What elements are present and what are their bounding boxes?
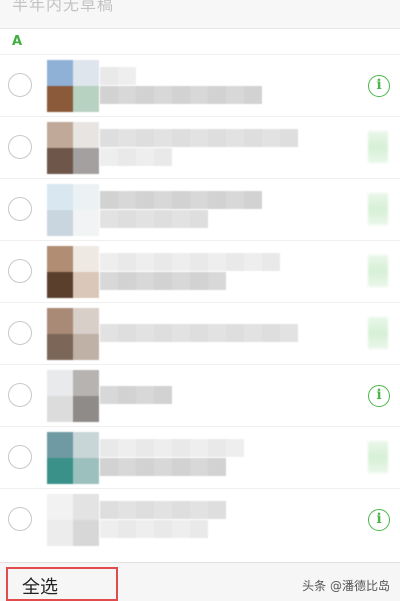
info-icon-blurred[interactable] — [368, 131, 388, 163]
info-icon-blurred[interactable] — [368, 255, 388, 287]
section-header: A — [0, 30, 400, 54]
select-radio[interactable] — [8, 507, 32, 531]
contact-row[interactable]: i — [0, 54, 400, 116]
contact-detail-blurred — [100, 520, 208, 538]
select-radio[interactable] — [8, 135, 32, 159]
contact-name-blurred — [100, 324, 298, 342]
contact-name-blurred — [100, 386, 172, 404]
info-icon[interactable]: i — [368, 75, 390, 97]
contact-name-blurred — [100, 191, 262, 209]
contact-row[interactable] — [0, 426, 400, 488]
contact-name-blurred — [100, 501, 226, 519]
contact-row[interactable] — [0, 302, 400, 364]
select-radio[interactable] — [8, 383, 32, 407]
select-radio[interactable] — [8, 445, 32, 469]
top-note: 半年内无草稿 — [0, 0, 400, 29]
info-icon-blurred[interactable] — [368, 441, 388, 473]
avatar — [47, 184, 99, 236]
select-all-button[interactable]: 全选 — [6, 567, 118, 601]
contact-name-blurred — [100, 253, 280, 271]
avatar — [47, 60, 99, 112]
avatar — [47, 122, 99, 174]
section-letter: A — [12, 34, 23, 49]
contact-list: i i i — [0, 54, 400, 550]
contact-detail-blurred — [100, 148, 172, 166]
contact-name-blurred — [100, 67, 136, 85]
contact-row[interactable] — [0, 116, 400, 178]
top-note-text: 半年内无草稿 — [12, 0, 115, 14]
contact-name-blurred — [100, 129, 298, 147]
contact-detail-blurred — [100, 458, 226, 476]
avatar — [47, 308, 99, 360]
contact-detail-blurred — [100, 210, 208, 228]
contact-row[interactable] — [0, 240, 400, 302]
contact-name-blurred — [100, 439, 244, 457]
avatar — [47, 246, 99, 298]
select-radio[interactable] — [8, 259, 32, 283]
avatar — [47, 370, 99, 422]
select-radio[interactable] — [8, 321, 32, 345]
contact-row[interactable]: i — [0, 364, 400, 426]
contact-detail-blurred — [100, 272, 226, 290]
info-icon-blurred[interactable] — [368, 317, 388, 349]
contact-row[interactable]: i — [0, 488, 400, 550]
watermark: 头条 @潘德比岛 — [302, 579, 390, 593]
select-all-label: 全选 — [22, 577, 58, 598]
avatar — [47, 432, 99, 484]
info-icon-blurred[interactable] — [368, 193, 388, 225]
avatar — [47, 494, 99, 546]
select-radio[interactable] — [8, 73, 32, 97]
info-icon[interactable]: i — [368, 509, 390, 531]
select-radio[interactable] — [8, 197, 32, 221]
contact-detail-blurred — [100, 86, 262, 104]
info-icon[interactable]: i — [368, 385, 390, 407]
bottom-bar: 全选 头条 @潘德比岛 — [0, 562, 400, 601]
contact-row[interactable] — [0, 178, 400, 240]
